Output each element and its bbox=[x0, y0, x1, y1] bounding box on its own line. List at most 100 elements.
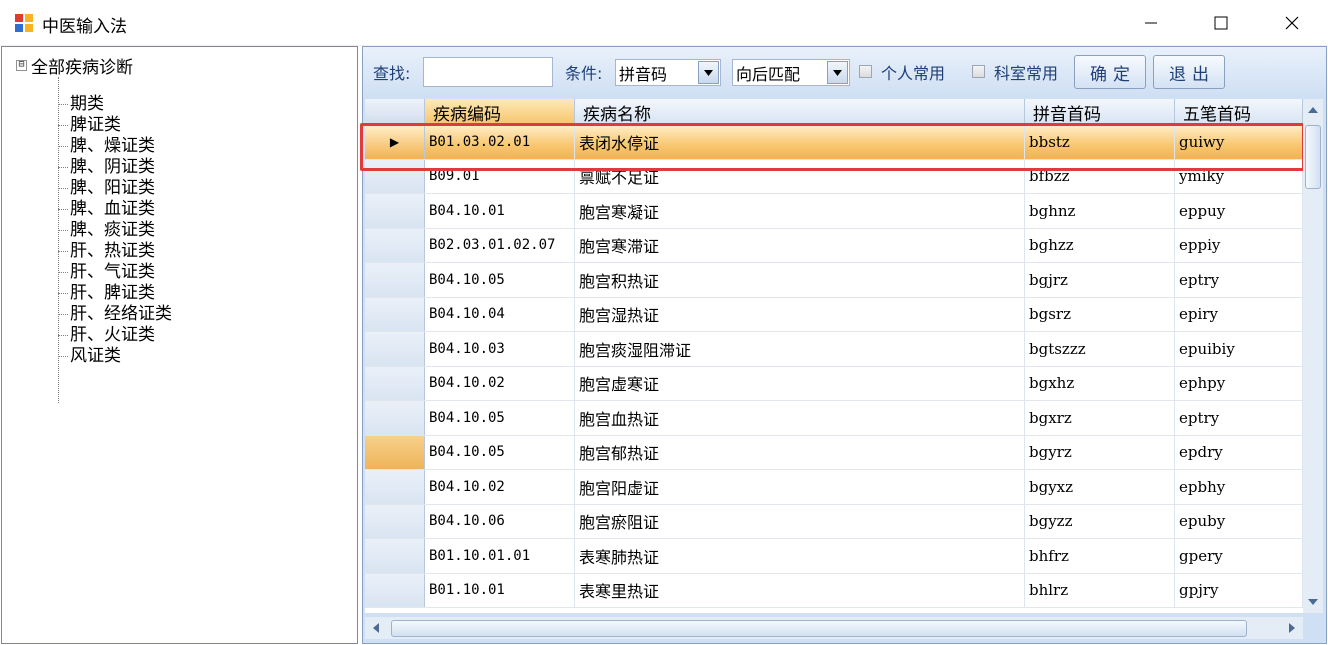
cell-name[interactable]: 表闭水停证 bbox=[575, 125, 1025, 159]
cell-name[interactable]: 胞宫积热证 bbox=[575, 263, 1025, 297]
table-row[interactable]: B04.10.05 胞宫血热证 bgxrz eptry bbox=[365, 401, 1303, 436]
horizontal-scroll-thumb[interactable] bbox=[391, 620, 1247, 637]
tree-item[interactable]: 脾证类 bbox=[58, 115, 121, 135]
tree-item-label[interactable]: 肝、气证类 bbox=[70, 262, 155, 282]
cell-pinyin[interactable]: bgsrz bbox=[1025, 297, 1175, 331]
row-header[interactable] bbox=[365, 401, 425, 435]
row-header[interactable] bbox=[365, 539, 425, 573]
row-header[interactable] bbox=[365, 228, 425, 262]
table-row[interactable]: B02.03.01.02.07 胞宫寒滞证 bghzz eppiy bbox=[365, 228, 1303, 263]
table-row[interactable]: B04.10.02 胞宫阳虚证 bgyxz epbhy bbox=[365, 470, 1303, 505]
cell-pinyin[interactable]: bgxhz bbox=[1025, 366, 1175, 400]
tree-item[interactable]: 肝、火证类 bbox=[58, 325, 155, 345]
column-header-code[interactable]: 疾病编码 bbox=[425, 99, 575, 125]
minimize-button[interactable] bbox=[1116, 0, 1186, 46]
cell-name[interactable]: 禀赋不足证 bbox=[575, 159, 1025, 193]
cell-wubi[interactable]: epbhy bbox=[1175, 470, 1303, 504]
tree-item[interactable]: 肝、热证类 bbox=[58, 241, 155, 261]
table-row[interactable]: B04.10.02 胞宫虚寒证 bgxhz ephpy bbox=[365, 366, 1303, 401]
scroll-left-icon[interactable] bbox=[365, 617, 387, 639]
cell-code[interactable]: B04.10.05 bbox=[425, 435, 575, 469]
department-common-label[interactable]: 科室常用 bbox=[994, 60, 1058, 84]
cell-pinyin[interactable]: bhlrz bbox=[1025, 573, 1175, 607]
scroll-down-icon[interactable] bbox=[1303, 591, 1323, 613]
tree-item-label[interactable]: 脾、血证类 bbox=[70, 199, 155, 219]
row-header[interactable]: ▶ bbox=[365, 125, 425, 159]
row-header[interactable] bbox=[365, 159, 425, 193]
tree-item-label[interactable]: 期类 bbox=[70, 94, 104, 114]
cell-name[interactable]: 表寒里热证 bbox=[575, 573, 1025, 607]
cell-name[interactable]: 胞宫阳虚证 bbox=[575, 470, 1025, 504]
vertical-scroll-thumb[interactable] bbox=[1305, 125, 1321, 189]
tree-item[interactable]: 脾、血证类 bbox=[58, 199, 155, 219]
tree-item[interactable]: 脾、阴证类 bbox=[58, 157, 155, 177]
cell-wubi[interactable]: guiwy bbox=[1175, 125, 1303, 159]
cell-wubi[interactable]: eptry bbox=[1175, 263, 1303, 297]
table-row[interactable]: B04.10.06 胞宫瘀阻证 bgyzz epuby bbox=[365, 504, 1303, 539]
table-row[interactable]: B04.10.05 胞宫积热证 bgjrz eptry bbox=[365, 263, 1303, 298]
vertical-scrollbar[interactable] bbox=[1303, 99, 1323, 613]
tree-item[interactable]: 风证类 bbox=[58, 346, 121, 366]
table-row[interactable]: B04.10.03 胞宫痰湿阻滞证 bgtszzz epuibiy bbox=[365, 332, 1303, 367]
cell-wubi[interactable]: epiry bbox=[1175, 297, 1303, 331]
row-header[interactable] bbox=[365, 194, 425, 228]
cell-pinyin[interactable]: bgxrz bbox=[1025, 401, 1175, 435]
tree-item-label[interactable]: 肝、脾证类 bbox=[70, 283, 155, 303]
cell-code[interactable]: B04.10.06 bbox=[425, 504, 575, 538]
tree-item-label[interactable]: 风证类 bbox=[70, 346, 121, 366]
table-row[interactable]: B09.01 禀赋不足证 bfbzz ymiky bbox=[365, 159, 1303, 194]
table-row[interactable]: B04.10.01 胞宫寒凝证 bghnz eppuy bbox=[365, 194, 1303, 229]
cell-wubi[interactable]: gpery bbox=[1175, 539, 1303, 573]
cell-code[interactable]: B01.10.01 bbox=[425, 573, 575, 607]
personal-common-label[interactable]: 个人常用 bbox=[881, 60, 945, 84]
row-header[interactable] bbox=[365, 470, 425, 504]
tree-item[interactable]: 脾、燥证类 bbox=[58, 136, 155, 156]
scroll-right-icon[interactable] bbox=[1281, 617, 1303, 639]
tree-item-label[interactable]: 肝、经络证类 bbox=[70, 304, 172, 324]
cell-pinyin[interactable]: bgtszzz bbox=[1025, 332, 1175, 366]
cell-code[interactable]: B04.10.01 bbox=[425, 194, 575, 228]
cell-wubi[interactable]: ymiky bbox=[1175, 159, 1303, 193]
cell-pinyin[interactable]: bbstz bbox=[1025, 125, 1175, 159]
cell-pinyin[interactable]: bgyxz bbox=[1025, 470, 1175, 504]
tree-item[interactable]: 脾、阳证类 bbox=[58, 178, 155, 198]
tree-item[interactable]: 脾、痰证类 bbox=[58, 220, 155, 240]
cell-name[interactable]: 胞宫虚寒证 bbox=[575, 366, 1025, 400]
tree-item-label[interactable]: 脾、燥证类 bbox=[70, 136, 155, 156]
row-header[interactable] bbox=[365, 504, 425, 538]
table-row[interactable]: B01.10.01.01 表寒肺热证 bhfrz gpery bbox=[365, 539, 1303, 574]
disease-category-tree[interactable]: ⊟ 全部疾病诊断 期类 脾证类 脾、燥证类 脾、阴证类 脾、阳证类 脾、血证类 脾、痰证类肝… bbox=[1, 46, 358, 644]
department-common-checkbox[interactable] bbox=[972, 65, 985, 78]
column-header-wubi[interactable]: 五笔首码 bbox=[1175, 99, 1303, 125]
cell-code[interactable]: B04.10.02 bbox=[425, 366, 575, 400]
tree-item-label[interactable]: 脾证类 bbox=[70, 115, 121, 135]
exit-button[interactable]: 退出 bbox=[1153, 55, 1225, 89]
cell-code[interactable]: B04.10.04 bbox=[425, 297, 575, 331]
condition-select[interactable]: 拼音码 bbox=[615, 59, 721, 86]
cell-code[interactable]: B01.03.02.01 bbox=[425, 125, 575, 159]
cell-name[interactable]: 胞宫痰湿阻滞证 bbox=[575, 332, 1025, 366]
cell-name[interactable]: 表寒肺热证 bbox=[575, 539, 1025, 573]
cell-wubi[interactable]: epuby bbox=[1175, 504, 1303, 538]
row-header[interactable] bbox=[365, 297, 425, 331]
ok-button[interactable]: 确定 bbox=[1074, 55, 1146, 89]
cell-name[interactable]: 胞宫瘀阻证 bbox=[575, 504, 1025, 538]
table-row[interactable]: B04.10.04 胞宫湿热证 bgsrz epiry bbox=[365, 297, 1303, 332]
tree-item-label[interactable]: 脾、痰证类 bbox=[70, 220, 155, 240]
cell-code[interactable]: B04.10.05 bbox=[425, 401, 575, 435]
maximize-button[interactable] bbox=[1186, 0, 1256, 46]
tree-item[interactable]: 肝、经络证类 bbox=[58, 304, 172, 324]
tree-item[interactable]: 肝、气证类 bbox=[58, 262, 155, 282]
column-header-name[interactable]: 疾病名称 bbox=[575, 99, 1025, 125]
disease-grid[interactable]: 疾病编码 疾病名称 拼音首码 五笔首码 ▶ B01.03.02.01 表闭水停证 bb… bbox=[365, 99, 1303, 613]
cell-pinyin[interactable]: bfbzz bbox=[1025, 159, 1175, 193]
chevron-down-icon[interactable] bbox=[827, 61, 848, 84]
table-row[interactable]: ▶ B01.03.02.01 表闭水停证 bbstz guiwy bbox=[365, 125, 1303, 160]
cell-wubi[interactable]: eppiy bbox=[1175, 228, 1303, 262]
cell-pinyin[interactable]: bgyrz bbox=[1025, 435, 1175, 469]
cell-wubi[interactable]: ephpy bbox=[1175, 366, 1303, 400]
chevron-down-icon[interactable] bbox=[698, 61, 719, 84]
match-mode-select[interactable]: 向后匹配 bbox=[732, 59, 850, 86]
tree-item[interactable]: 期类 bbox=[58, 94, 104, 114]
cell-name[interactable]: 胞宫湿热证 bbox=[575, 297, 1025, 331]
